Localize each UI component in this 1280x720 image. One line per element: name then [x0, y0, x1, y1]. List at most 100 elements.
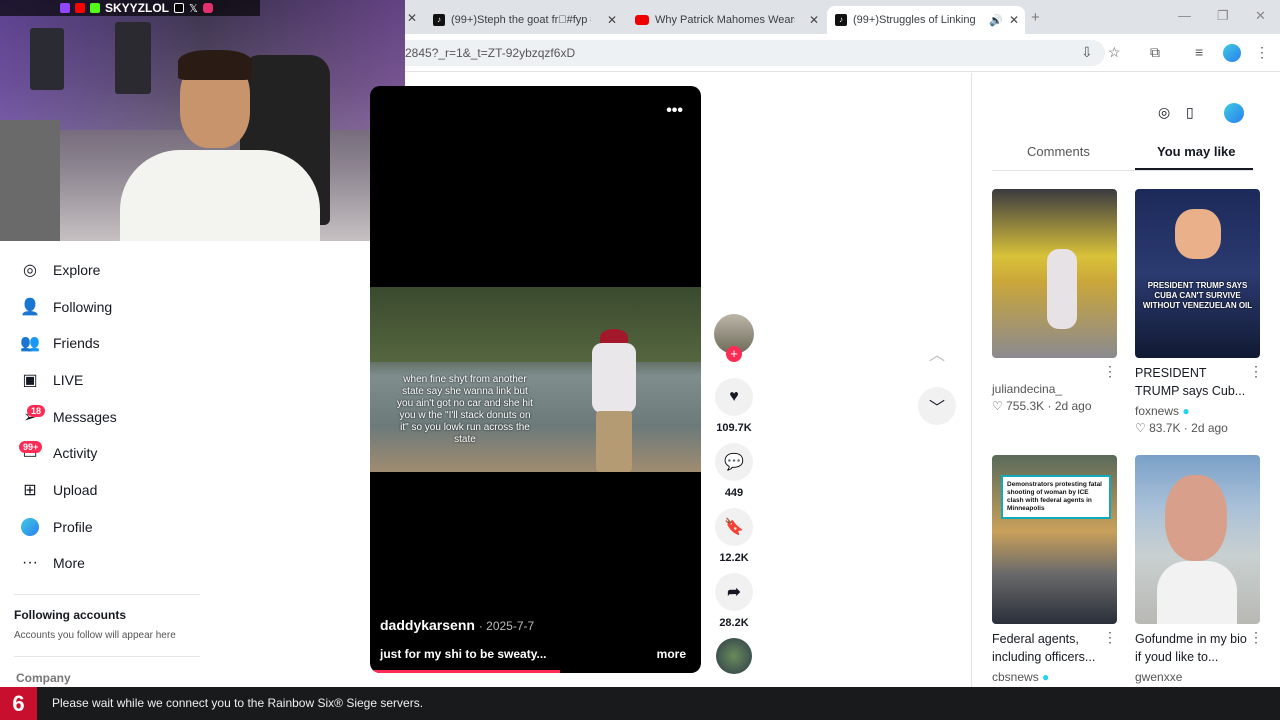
youtube-icon	[75, 3, 85, 13]
previous-video-icon[interactable]: ︿	[918, 334, 956, 372]
video-options-icon[interactable]: •••	[666, 102, 683, 120]
card-likes: 83.7K	[1149, 421, 1181, 435]
video-player[interactable]: ••• when fine shyt from another state sa…	[370, 86, 701, 673]
profile-avatar-icon[interactable]	[1223, 44, 1241, 62]
close-tab-icon[interactable]: ✕	[607, 13, 617, 27]
game-status-bar: 6 Please wait while we connect you to th…	[0, 687, 1280, 720]
card-title[interactable]: PRESIDENT TRUMP says Cub...	[1135, 364, 1253, 400]
browser-tab[interactable]: Why Patrick Mahomes Wears B ✕	[627, 6, 825, 34]
tab-comments[interactable]: Comments	[1027, 144, 1090, 159]
live-tv-icon: ▣	[22, 372, 38, 389]
video-thumbnail[interactable]: PRESIDENT TRUMP SAYS CUBA CAN'T SURVIVE …	[1135, 189, 1260, 358]
close-tab-icon[interactable]: ✕	[1009, 13, 1019, 27]
video-description: just for my shi to be sweaty...	[380, 647, 547, 661]
hanging-jersey	[115, 22, 151, 94]
phone-icon[interactable]: ▯	[1186, 104, 1194, 121]
author-name: daddykarsenn	[380, 617, 475, 633]
kebab-menu-icon[interactable]: ⋮	[1255, 44, 1269, 61]
tab-you-may-like[interactable]: You may like	[1157, 144, 1236, 159]
sidebar-item-friends[interactable]: 👥 Friends	[20, 333, 100, 353]
card-stats: ♡ 755.3K · 2d ago	[992, 399, 1092, 413]
close-tab-icon[interactable]: ✕	[407, 11, 417, 25]
tiktok-icon: ♪	[433, 14, 445, 26]
video-author[interactable]: daddykarsenn · 2025-7-7	[380, 617, 534, 633]
sidebar-item-label: Messages	[53, 409, 117, 425]
comment-button[interactable]: 💬 449	[714, 443, 754, 499]
card-user-row[interactable]: foxnews ●	[1135, 404, 1190, 418]
webcam-overlay: SKYYZLOL 𝕏	[0, 0, 405, 241]
close-window-icon[interactable]: ✕	[1255, 8, 1266, 24]
tab-divider	[992, 170, 1254, 171]
sidebar-item-upload[interactable]: ⊞ Upload	[20, 480, 97, 500]
company-link[interactable]: Company	[16, 671, 71, 685]
sidebar-item-more[interactable]: ··· More	[20, 553, 85, 573]
description-more-button[interactable]: more	[657, 647, 686, 661]
video-thumbnail[interactable]	[1135, 455, 1260, 624]
runner-shirt	[592, 343, 636, 413]
video-thumbnail[interactable]: Demonstrators protesting fatal shooting …	[992, 455, 1117, 624]
video-caption: when fine shyt from another state say sh…	[397, 374, 533, 445]
browser-tab-active[interactable]: ♪ (99+)Struggles of Linking U 🔊 ✕	[827, 6, 1025, 34]
install-app-icon[interactable]: ⇩	[1081, 44, 1093, 61]
share-button[interactable]: ➦ 28.2K	[714, 573, 754, 629]
card-age: 2d ago	[1191, 421, 1228, 435]
new-tab-icon[interactable]: +	[1031, 9, 1040, 26]
share-count: 28.2K	[719, 617, 749, 629]
save-count: 12.2K	[719, 552, 749, 564]
card-options-icon[interactable]: ⋮	[1103, 363, 1117, 380]
runner-pants	[596, 411, 632, 472]
like-button[interactable]: ♥ 109.7K	[714, 378, 754, 434]
media-control-icon[interactable]: ≡	[1195, 44, 1203, 60]
user-follow-icon: 👤	[20, 299, 40, 316]
instagram-icon	[202, 3, 213, 13]
extensions-icon[interactable]: ⧉	[1150, 44, 1160, 61]
game-logo-badge: 6	[0, 687, 37, 720]
sidebar-item-following[interactable]: 👤 Following	[20, 297, 112, 317]
audio-playing-icon[interactable]: 🔊	[989, 14, 1003, 27]
sidebar-item-profile[interactable]: Profile	[20, 517, 93, 537]
tiktok-icon: ♪	[835, 14, 847, 26]
follow-plus-icon[interactable]: +	[726, 346, 742, 362]
following-accounts-hint: Accounts you follow will appear here	[14, 630, 176, 641]
avatar-icon	[20, 517, 40, 537]
save-button[interactable]: 🔖 12.2K	[714, 508, 754, 564]
tiktok-icon	[174, 3, 185, 13]
heart-outline-icon: ♡	[1135, 421, 1146, 435]
compass-icon[interactable]: ◎	[1158, 104, 1170, 121]
restore-icon[interactable]: ❐	[1217, 8, 1229, 24]
card-title[interactable]: Gofundme in my bio if youd like to...	[1135, 630, 1253, 666]
card-stats: ♡ 83.7K · 2d ago	[1135, 421, 1228, 435]
video-thumbnail[interactable]	[992, 189, 1117, 358]
sidebar-item-live[interactable]: ▣ LIVE	[20, 370, 83, 390]
profile-avatar-icon[interactable]	[1224, 103, 1244, 123]
video-progress-bar[interactable]	[370, 670, 560, 673]
card-username[interactable]: gwenxxe	[1135, 670, 1182, 684]
browser-tab[interactable]: ♪ (99+)Steph the goat fr🏿#fyp #g ✕	[425, 6, 623, 34]
tree-line	[370, 287, 701, 362]
comment-icon: 💬	[715, 443, 753, 481]
bookmark-star-icon[interactable]: ☆	[1108, 44, 1121, 61]
sidebar-item-label: LIVE	[53, 372, 84, 388]
friends-icon: 👥	[20, 335, 40, 352]
sound-disc-icon[interactable]	[716, 638, 752, 674]
comment-count: 449	[724, 487, 744, 499]
sidebar-item-explore[interactable]: ◎ Explore	[20, 260, 100, 280]
card-age: 2d ago	[1054, 399, 1092, 413]
url-text: 2845?_r=1&_t=ZT-92ybzqzf6xD	[405, 46, 576, 60]
youtube-icon	[635, 15, 649, 25]
card-username: cbsnews	[992, 670, 1039, 684]
thumb-headline: Demonstrators protesting fatal shooting …	[1001, 475, 1111, 519]
card-title[interactable]: Federal agents, including officers...	[992, 630, 1110, 666]
divider	[14, 656, 200, 657]
sidebar-item-label: Explore	[53, 262, 101, 278]
sidebar-item-label: Friends	[53, 335, 100, 351]
card-user-row[interactable]: cbsnews ●	[992, 670, 1049, 684]
x-icon: 𝕏	[189, 2, 198, 15]
address-bar[interactable]: 2845?_r=1&_t=ZT-92ybzqzf6xD	[405, 40, 1105, 66]
messages-badge: 18	[27, 405, 46, 417]
next-video-icon[interactable]: ﹀	[918, 387, 956, 425]
minimize-icon[interactable]: —	[1178, 8, 1191, 23]
streamer-handle: SKYYZLOL	[105, 1, 170, 15]
close-tab-icon[interactable]: ✕	[809, 13, 819, 27]
card-username[interactable]: juliandecina_	[992, 382, 1062, 396]
